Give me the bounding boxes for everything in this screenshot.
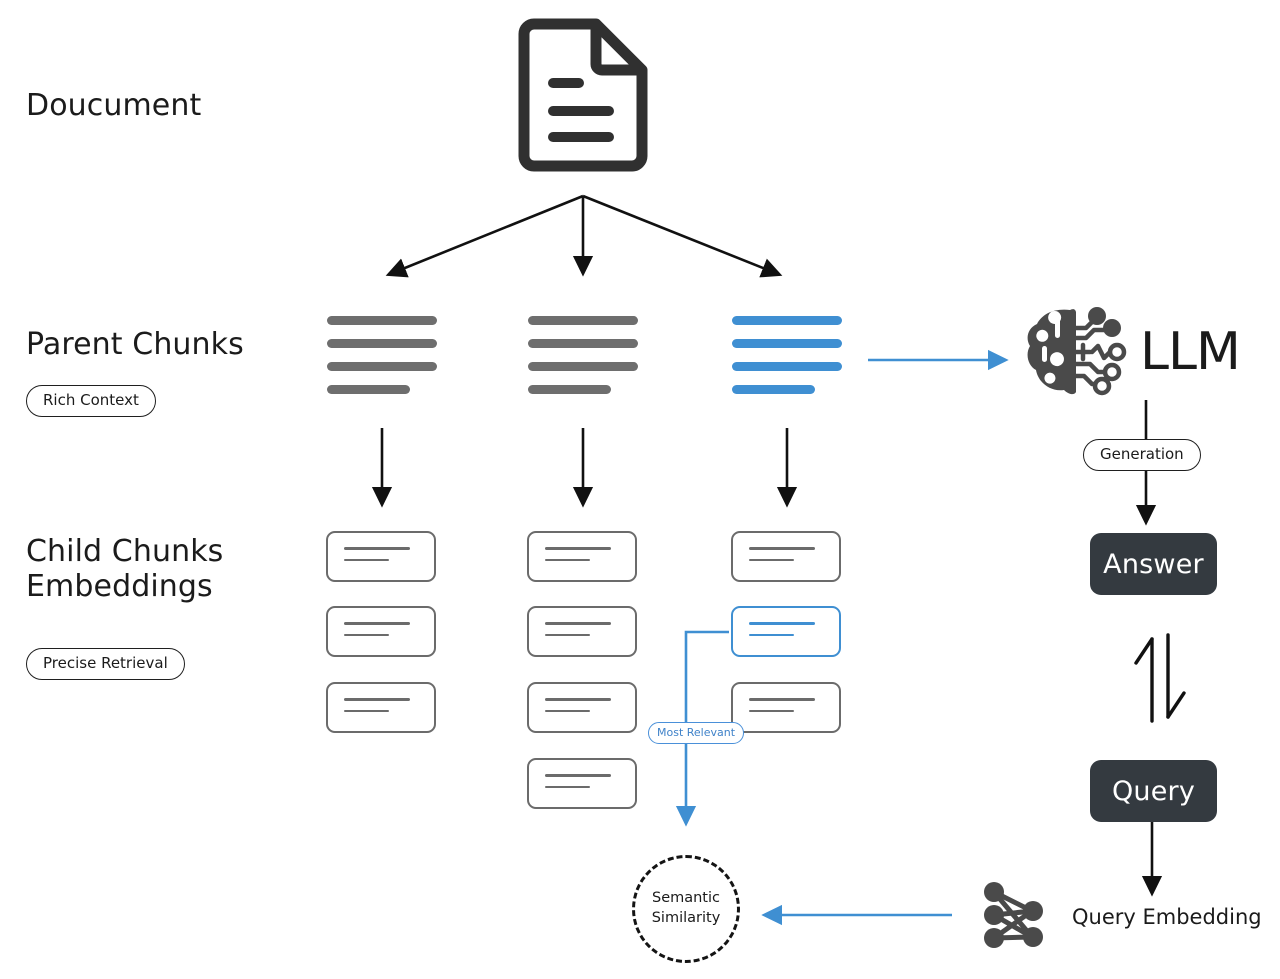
chunk-line bbox=[545, 709, 590, 713]
arrow-doc-to-parent-3 bbox=[582, 194, 783, 278]
chunk-line bbox=[327, 362, 437, 371]
semantic-similarity-node: Semantic Similarity bbox=[632, 855, 740, 963]
chunk-line bbox=[732, 385, 815, 394]
badge-most-relevant-label: Most Relevant bbox=[648, 722, 745, 744]
chunk-line bbox=[327, 385, 410, 394]
chunk-line bbox=[749, 622, 815, 625]
child-chunk-3-2-selected[interactable] bbox=[731, 606, 841, 657]
neural-network-icon bbox=[980, 880, 1052, 952]
chunk-line bbox=[344, 558, 389, 562]
parent-chunk-1[interactable] bbox=[327, 316, 437, 394]
chunk-line bbox=[344, 547, 410, 550]
badge-most-relevant: Most Relevant bbox=[648, 721, 745, 744]
chunk-line bbox=[749, 709, 794, 713]
chunk-line bbox=[749, 698, 815, 701]
parent-chunk-2[interactable] bbox=[528, 316, 638, 394]
chunk-line bbox=[528, 316, 638, 325]
child-chunk-2-1[interactable] bbox=[527, 531, 637, 582]
bidirectional-arrow-icon bbox=[1130, 633, 1190, 723]
chunk-line bbox=[732, 316, 842, 325]
semantic-similarity-line-2: Similarity bbox=[651, 910, 721, 926]
child-chunk-3-1[interactable] bbox=[731, 531, 841, 582]
chunk-line bbox=[528, 385, 611, 394]
connector-layer bbox=[371, 194, 1163, 926]
chunk-line bbox=[344, 709, 389, 713]
answer-label: Answer bbox=[1103, 548, 1204, 580]
child-chunk-2-4[interactable] bbox=[527, 758, 637, 809]
chunk-line bbox=[732, 362, 842, 371]
chunk-line bbox=[344, 633, 389, 637]
brain-circuit-icon bbox=[1024, 306, 1127, 398]
child-chunk-2-3[interactable] bbox=[527, 682, 637, 733]
chunk-line bbox=[545, 547, 611, 550]
badge-generation: Generation bbox=[1083, 439, 1201, 471]
chunk-line bbox=[545, 633, 590, 637]
arrow-doc-to-parent-1 bbox=[385, 194, 584, 278]
child-chunk-1-1[interactable] bbox=[326, 531, 436, 582]
query-box[interactable]: Query bbox=[1090, 760, 1217, 822]
chunk-line bbox=[327, 316, 437, 325]
chunk-line bbox=[732, 339, 842, 348]
chunk-line bbox=[545, 774, 611, 777]
child-chunk-1-3[interactable] bbox=[326, 682, 436, 733]
chunk-line bbox=[545, 558, 590, 562]
chunk-line bbox=[327, 339, 437, 348]
child-chunk-1-2[interactable] bbox=[326, 606, 436, 657]
chunk-line bbox=[749, 633, 794, 637]
chunk-line bbox=[749, 547, 815, 550]
llm-label: LLM bbox=[1140, 322, 1241, 382]
badge-generation-label: Generation bbox=[1083, 439, 1201, 471]
query-embedding-label: Query Embedding bbox=[1072, 905, 1262, 929]
parent-chunk-3-highlighted[interactable] bbox=[732, 316, 842, 394]
chunk-line bbox=[344, 622, 410, 625]
child-chunk-2-2[interactable] bbox=[527, 606, 637, 657]
chunk-line bbox=[344, 698, 410, 701]
semantic-similarity-line-1: Semantic bbox=[651, 890, 720, 907]
answer-box[interactable]: Answer bbox=[1090, 533, 1217, 595]
diagram-canvas: Doucument Parent Chunks Rich Context Chi… bbox=[0, 0, 1280, 979]
chunk-line bbox=[528, 339, 638, 348]
chunk-line bbox=[545, 622, 611, 625]
chunk-line bbox=[749, 558, 794, 562]
chunk-line bbox=[528, 362, 638, 371]
chunk-line bbox=[545, 698, 611, 701]
child-chunk-3-3[interactable] bbox=[731, 682, 841, 733]
query-label: Query bbox=[1111, 775, 1196, 807]
chunk-line bbox=[545, 785, 590, 789]
